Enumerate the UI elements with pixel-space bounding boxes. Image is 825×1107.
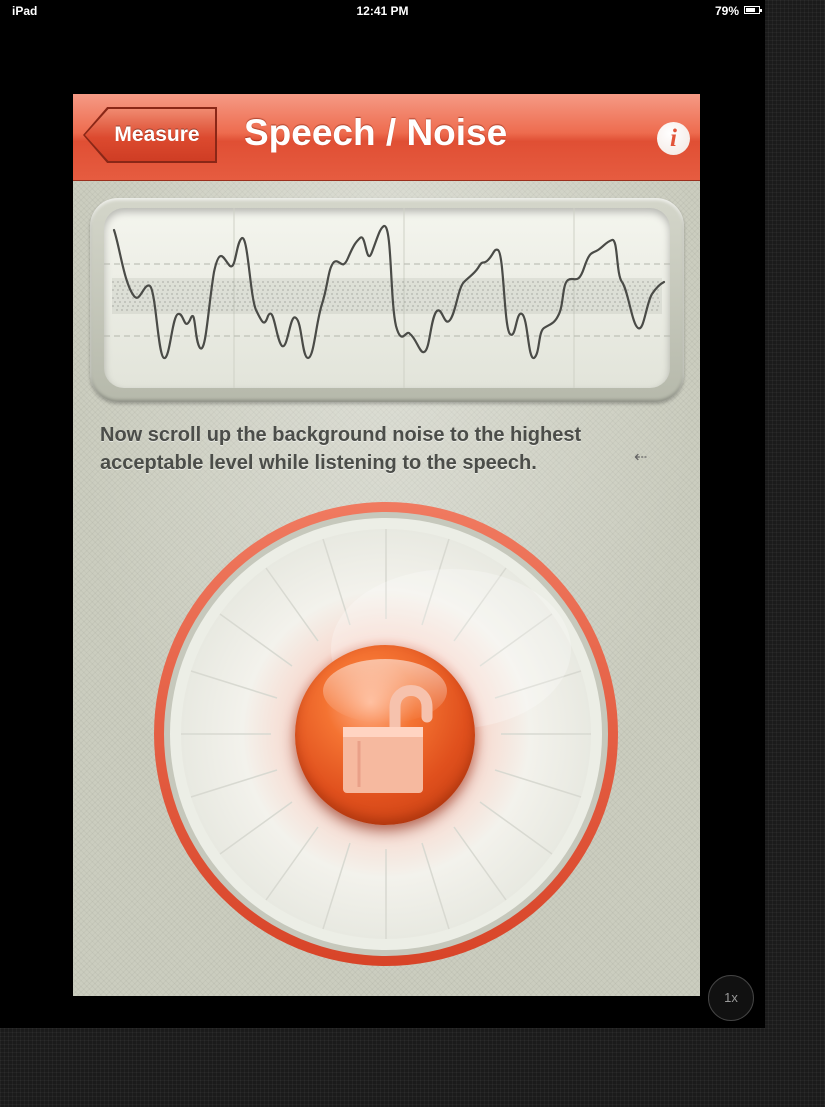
- app-view: Measure Speech / Noise i Now scroll up t…: [73, 94, 700, 996]
- instruction-text: Now scroll up the background noise to th…: [100, 424, 582, 474]
- status-time: 12:41 PM: [356, 4, 409, 18]
- noise-band: [112, 278, 662, 314]
- zoom-1x-button[interactable]: 1x: [708, 975, 754, 1021]
- waveform-screen: [104, 208, 670, 388]
- page-title: Speech / Noise: [244, 112, 508, 153]
- waveform-display: [90, 198, 684, 402]
- status-bar: iPad 12:41 PM 79%: [0, 0, 765, 22]
- back-button[interactable]: Measure: [83, 107, 217, 163]
- ipad-screen: iPad 12:41 PM 79% Measure Speech / Noise…: [0, 0, 765, 1028]
- unlock-icon: [343, 685, 433, 793]
- lock-button[interactable]: [295, 645, 475, 825]
- scroll-hint-icon: ⇠: [634, 449, 648, 466]
- navigation-bar: Measure Speech / Noise i: [73, 94, 700, 181]
- back-button-label: Measure: [85, 109, 215, 161]
- battery-percent: 79%: [714, 4, 739, 18]
- info-icon[interactable]: i: [657, 122, 690, 155]
- battery-icon: [744, 6, 762, 14]
